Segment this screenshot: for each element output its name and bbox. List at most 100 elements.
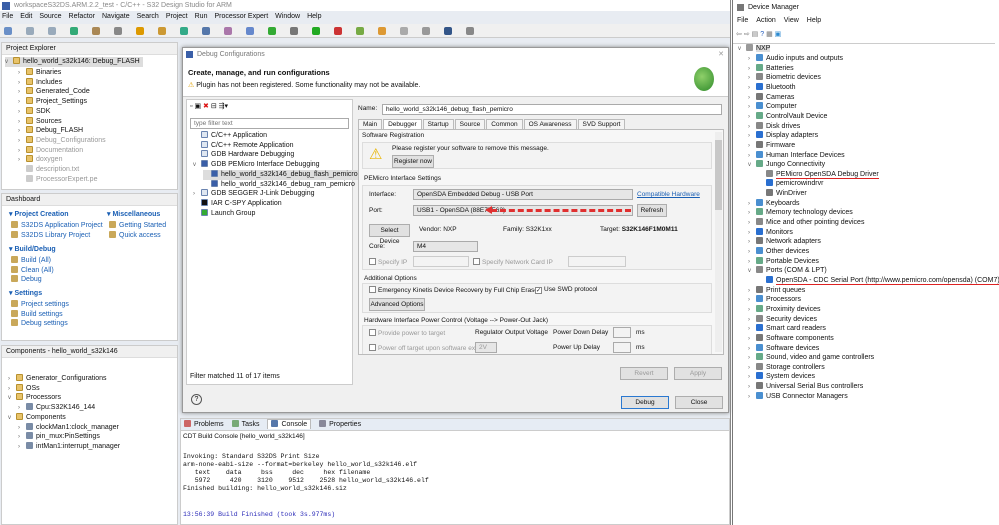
tab-console[interactable]: Console (267, 419, 312, 429)
device-category[interactable]: › Portable Devices (748, 256, 819, 267)
config-tree-item[interactable]: › GDB SEGGER J-Link Debugging (193, 189, 315, 199)
new-project-icon[interactable] (136, 27, 144, 35)
dm-menu-action[interactable]: Action (756, 17, 775, 24)
component-tree-item[interactable]: › OSs (8, 383, 40, 394)
menu-help[interactable]: Help (307, 13, 321, 20)
new-config-icon[interactable]: ▫ (190, 103, 192, 110)
device-category[interactable]: › Proximity devices (748, 304, 820, 315)
tab-tasks[interactable]: Tasks (231, 420, 259, 428)
dm-menu-view[interactable]: View (784, 17, 799, 24)
component-tree-item[interactable]: › clockMan1:clock_manager (18, 422, 119, 433)
dashboard-section-project_creation[interactable]: ▾ Project Creation (9, 210, 69, 220)
refresh-icon[interactable] (268, 27, 276, 35)
project-tree-item[interactable]: › SDK (18, 106, 50, 117)
device-category[interactable]: v Ports (COM & LPT) (748, 266, 827, 276)
compatible-hardware-link[interactable]: Compatible Hardware (637, 191, 700, 198)
menu-source[interactable]: Source (39, 13, 61, 20)
menu-project[interactable]: Project (166, 13, 188, 20)
config-tree-item[interactable]: hello_world_s32k146_debug_flash_pemicro (203, 169, 360, 180)
device-category[interactable]: › Computer (748, 102, 797, 112)
search-icon[interactable] (400, 27, 408, 35)
device-category[interactable]: › System devices (748, 372, 815, 382)
dashboard-link[interactable]: S32DS Application Project (11, 221, 103, 231)
project-tree-item[interactable]: › Debug_FLASH (18, 126, 83, 136)
device-category[interactable]: › Audio inputs and outputs (748, 54, 843, 64)
dm-menu-file[interactable]: File (737, 17, 748, 24)
config-tree-item[interactable]: hello_world_s32k146_debug_ram_pemicro (203, 179, 355, 190)
wizard-icon[interactable] (224, 27, 232, 35)
save-icon[interactable] (26, 27, 34, 35)
component-tree-item[interactable]: › intMan1:interrupt_manager (18, 441, 120, 452)
config-tree-item[interactable]: GDB Hardware Debugging (193, 150, 294, 160)
voltage-select[interactable]: 2V (475, 342, 497, 353)
device-category[interactable]: › Human Interface Devices (748, 150, 845, 161)
power-up-input[interactable] (613, 342, 631, 353)
project-tree-item[interactable]: › Sources (18, 116, 62, 127)
layout-icon[interactable] (202, 27, 210, 35)
menu-processor-expert[interactable]: Processor Expert (214, 13, 268, 20)
project-tree-item[interactable]: › Debug_Configurations (18, 135, 106, 146)
help-icon[interactable]: ? (191, 394, 202, 405)
device-category[interactable]: › USB Connector Managers (748, 391, 848, 402)
filter-icon[interactable]: ⇶▾ (219, 103, 228, 110)
specify-nic-checkbox[interactable]: Specify Network Card IP (473, 258, 553, 266)
device-category[interactable]: › Software components (748, 333, 834, 344)
run-icon[interactable] (312, 27, 320, 35)
device-category[interactable]: › Disk drives (748, 121, 800, 132)
power-down-input[interactable] (613, 327, 631, 338)
device-item[interactable]: WinDriver (758, 189, 807, 199)
device-category[interactable]: › Batteries (748, 63, 794, 74)
project-tree-item[interactable]: description.txt (18, 165, 79, 175)
monitor-icon[interactable]: ▣ (775, 31, 782, 38)
debug-button[interactable]: Debug (621, 396, 669, 409)
bug-icon[interactable] (334, 27, 342, 35)
component-tree-item[interactable]: › pin_mux:PinSettings (18, 432, 100, 442)
device-category[interactable]: › Other devices (748, 247, 809, 257)
project-tree-item[interactable]: › Generated_Code (18, 87, 90, 97)
print-icon[interactable] (114, 27, 122, 35)
link-icon[interactable] (444, 27, 452, 35)
tab-main[interactable]: Main (358, 119, 383, 129)
dashboard-link[interactable]: Getting Started (109, 221, 166, 231)
device-category[interactable]: › Keyboards (748, 198, 799, 209)
core-select[interactable]: M4 (413, 241, 478, 252)
gear-icon[interactable] (290, 27, 298, 35)
menu-search[interactable]: Search (137, 13, 159, 20)
tab-properties[interactable]: Properties (319, 420, 361, 428)
dm-root[interactable]: v NXP (738, 44, 771, 54)
scrollbar-thumb[interactable] (715, 140, 722, 210)
undo-icon[interactable] (466, 27, 474, 35)
revert-button[interactable]: Revert (620, 367, 668, 380)
device-category[interactable]: › ControlVault Device (748, 111, 827, 122)
device-category[interactable]: › Print queues (748, 285, 805, 296)
menu-edit[interactable]: Edit (20, 13, 32, 20)
device-category[interactable]: v Jungo Connectivity (748, 160, 825, 170)
dashboard-link[interactable]: S32DS Library Project (11, 230, 90, 241)
register-now-button[interactable]: Register now (392, 155, 434, 168)
cube-icon[interactable] (180, 27, 188, 35)
device-category[interactable]: › Sound, video and game controllers (748, 353, 874, 363)
advanced-options-button[interactable]: Advanced Options (369, 298, 425, 311)
filter-input[interactable] (190, 118, 349, 129)
dashboard-link[interactable]: Build settings (11, 309, 63, 320)
use-swd-checkbox[interactable]: ✓ Use SWD protocol (535, 286, 597, 294)
nic-ip-input[interactable] (568, 256, 626, 267)
close-button[interactable]: Close (675, 396, 723, 409)
menu-navigate[interactable]: Navigate (102, 13, 130, 20)
dialog-close-icon[interactable]: ✕ (718, 48, 724, 61)
dashboard-section-build_debug[interactable]: ▾ Build/Debug (9, 245, 56, 255)
collapse-all-icon[interactable]: ⊟ (211, 103, 217, 110)
dashboard-header[interactable]: Dashboard (2, 194, 177, 206)
duplicate-icon[interactable]: ▣ (194, 103, 201, 110)
components-header[interactable]: Components - hello_world_s32k146 (2, 346, 177, 358)
component-tree-item[interactable]: › Generator_Configurations (8, 374, 107, 384)
forward-icon[interactable]: ⇨ (744, 31, 750, 38)
device-item[interactable]: pemicrowindrvr (758, 179, 823, 189)
dashboard-section-miscellaneous[interactable]: ▾ Miscellaneous (107, 210, 160, 220)
device-category[interactable]: › Universal Serial Bus controllers (748, 382, 863, 392)
menu-run[interactable]: Run (195, 13, 208, 20)
gear2-icon[interactable] (422, 27, 430, 35)
view-icon[interactable]: ▦ (766, 31, 773, 38)
emergency-recovery-checkbox[interactable]: Emergency Kinetis Device Recovery by Ful… (369, 286, 538, 294)
project-tree-item[interactable]: ProcessorExpert.pe (18, 174, 97, 185)
